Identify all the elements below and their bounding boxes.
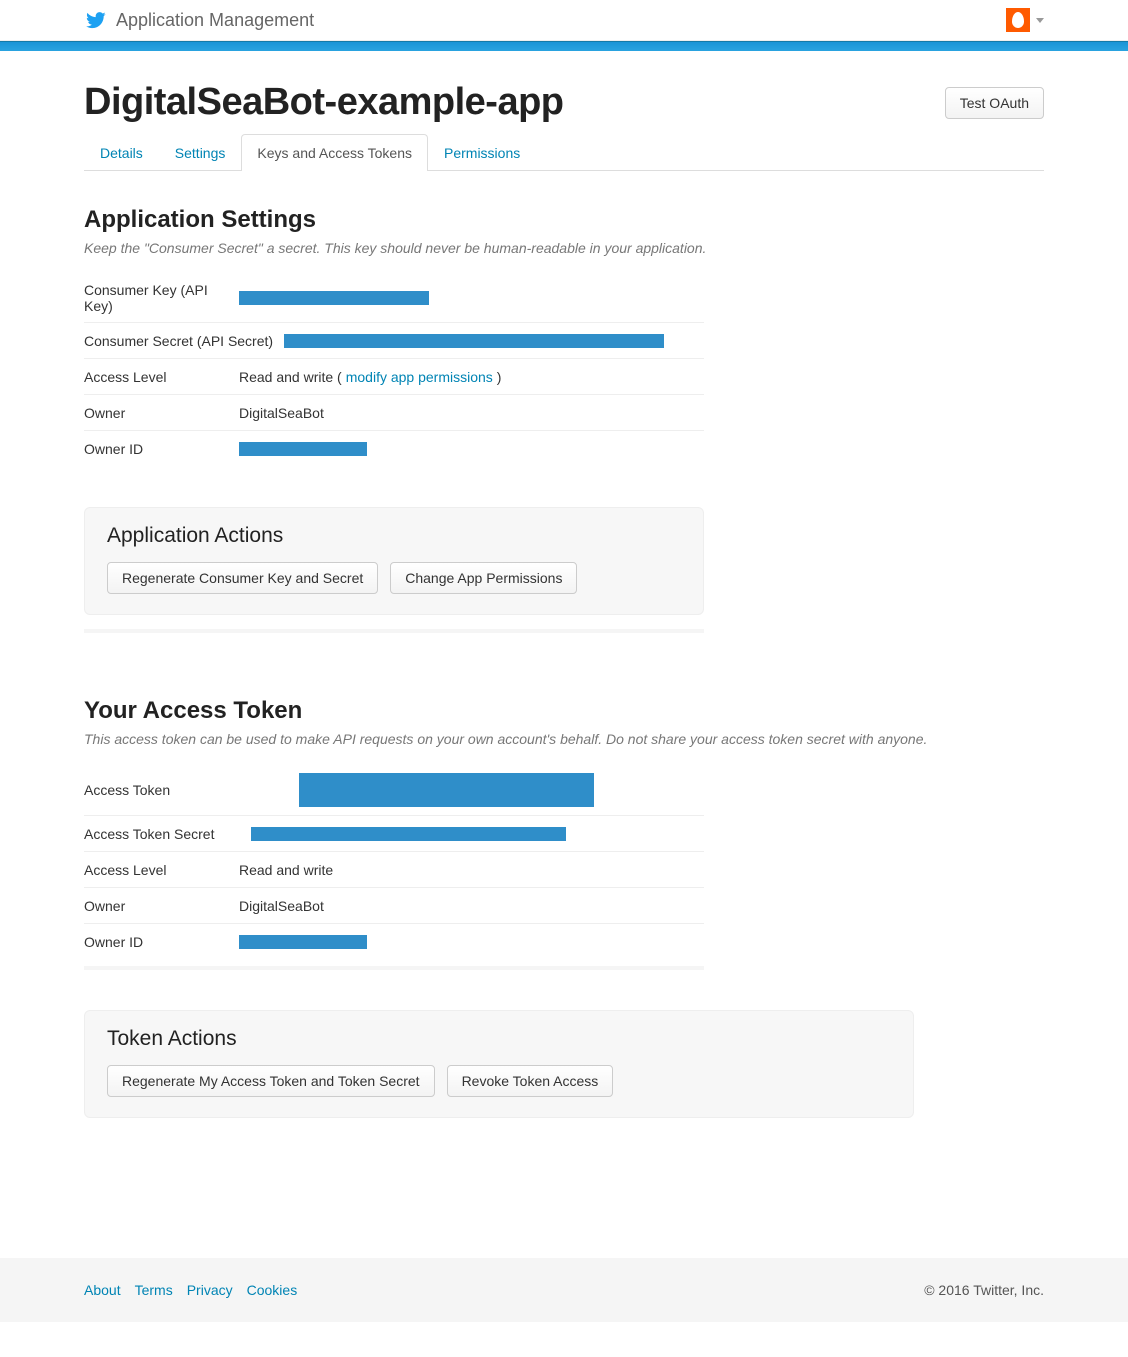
header-row: DigitalSeaBot-example-app Test OAuth bbox=[84, 81, 1044, 124]
token-actions-title: Token Actions bbox=[107, 1027, 891, 1051]
access-token-secret-row: Access Token Secret bbox=[84, 816, 704, 852]
footer-link-cookies[interactable]: Cookies bbox=[247, 1282, 298, 1298]
owner-row: Owner DigitalSeaBot bbox=[84, 395, 704, 431]
access-token-label: Access Token bbox=[84, 782, 239, 798]
avatar-egg-icon bbox=[1012, 12, 1024, 28]
redacted-owner-id bbox=[239, 442, 367, 456]
token-owner-id-row: Owner ID bbox=[84, 924, 704, 960]
access-token-secret-value bbox=[239, 827, 566, 841]
tab-settings[interactable]: Settings bbox=[159, 134, 242, 171]
footer-link-about[interactable]: About bbox=[84, 1282, 121, 1298]
redacted-consumer-secret bbox=[284, 334, 664, 348]
app-settings-table: Consumer Key (API Key) Consumer Secret (… bbox=[84, 274, 704, 467]
access-level-row: Access Level Read and write (modify app … bbox=[84, 359, 704, 395]
access-token-desc: This access token can be used to make AP… bbox=[84, 731, 1044, 747]
regenerate-access-token-button[interactable]: Regenerate My Access Token and Token Sec… bbox=[107, 1065, 435, 1097]
consumer-secret-row: Consumer Secret (API Secret) bbox=[84, 323, 704, 359]
owner-value: DigitalSeaBot bbox=[239, 405, 324, 421]
token-access-level-value: Read and write bbox=[239, 862, 333, 878]
topbar-left: Application Management bbox=[84, 10, 314, 31]
topbar: Application Management bbox=[0, 0, 1128, 41]
revoke-token-access-button[interactable]: Revoke Token Access bbox=[447, 1065, 614, 1097]
accent-bar bbox=[0, 41, 1128, 51]
tabs: Details Settings Keys and Access Tokens … bbox=[84, 134, 1044, 171]
regenerate-consumer-key-button[interactable]: Regenerate Consumer Key and Secret bbox=[107, 562, 378, 594]
footer-links: About Terms Privacy Cookies bbox=[84, 1282, 297, 1298]
owner-id-row: Owner ID bbox=[84, 431, 704, 467]
twitter-icon bbox=[84, 10, 108, 30]
token-owner-label: Owner bbox=[84, 898, 239, 914]
tab-keys-tokens[interactable]: Keys and Access Tokens bbox=[241, 134, 428, 171]
avatar bbox=[1006, 8, 1030, 32]
access-token-row: Access Token bbox=[84, 765, 704, 816]
topbar-title: Application Management bbox=[116, 10, 314, 31]
access-level-close: ) bbox=[497, 369, 502, 385]
footer-link-terms[interactable]: Terms bbox=[135, 1282, 173, 1298]
consumer-secret-label: Consumer Secret (API Secret) bbox=[84, 333, 284, 349]
access-level-text: Read and write ( bbox=[239, 369, 342, 385]
tab-details[interactable]: Details bbox=[84, 134, 159, 171]
main-container: DigitalSeaBot-example-app Test OAuth Det… bbox=[84, 51, 1044, 1178]
divider-bar-2 bbox=[84, 966, 704, 970]
redacted-token-owner-id bbox=[239, 935, 367, 949]
token-owner-id-value bbox=[239, 935, 367, 949]
access-token-secret-label: Access Token Secret bbox=[84, 826, 239, 842]
redacted-access-token-secret bbox=[251, 827, 566, 841]
consumer-key-label: Consumer Key (API Key) bbox=[84, 282, 239, 314]
change-app-permissions-button[interactable]: Change App Permissions bbox=[390, 562, 577, 594]
divider-bar bbox=[84, 629, 704, 633]
token-owner-value: DigitalSeaBot bbox=[239, 898, 324, 914]
spacer bbox=[84, 647, 1044, 697]
token-actions-buttons: Regenerate My Access Token and Token Sec… bbox=[107, 1065, 891, 1097]
application-actions-buttons: Regenerate Consumer Key and Secret Chang… bbox=[107, 562, 681, 594]
user-menu-dropdown[interactable] bbox=[1006, 8, 1044, 32]
token-owner-row: Owner DigitalSeaBot bbox=[84, 888, 704, 924]
chevron-down-icon bbox=[1036, 18, 1044, 23]
redacted-access-token bbox=[299, 773, 594, 807]
application-actions-panel: Application Actions Regenerate Consumer … bbox=[84, 507, 704, 615]
footer-inner: About Terms Privacy Cookies © 2016 Twitt… bbox=[84, 1282, 1044, 1298]
app-settings-title: Application Settings bbox=[84, 206, 1044, 234]
redacted-consumer-key bbox=[239, 291, 429, 305]
access-token-title: Your Access Token bbox=[84, 697, 1044, 725]
test-oauth-button[interactable]: Test OAuth bbox=[945, 87, 1044, 119]
token-access-level-label: Access Level bbox=[84, 862, 239, 878]
token-actions-panel: Token Actions Regenerate My Access Token… bbox=[84, 1010, 914, 1118]
owner-id-value bbox=[239, 442, 367, 456]
app-title: DigitalSeaBot-example-app bbox=[84, 81, 564, 124]
consumer-key-value bbox=[239, 291, 429, 305]
footer-link-privacy[interactable]: Privacy bbox=[187, 1282, 233, 1298]
footer: About Terms Privacy Cookies © 2016 Twitt… bbox=[0, 1258, 1128, 1322]
access-level-value: Read and write (modify app permissions) bbox=[239, 369, 501, 385]
token-access-level-row: Access Level Read and write bbox=[84, 852, 704, 888]
consumer-secret-value bbox=[284, 334, 664, 348]
owner-id-label: Owner ID bbox=[84, 441, 239, 457]
token-owner-id-label: Owner ID bbox=[84, 934, 239, 950]
app-settings-desc: Keep the "Consumer Secret" a secret. Thi… bbox=[84, 240, 1044, 256]
access-level-label: Access Level bbox=[84, 369, 239, 385]
modify-app-permissions-link[interactable]: modify app permissions bbox=[346, 369, 493, 385]
application-actions-title: Application Actions bbox=[107, 524, 681, 548]
access-token-value bbox=[239, 773, 594, 807]
owner-label: Owner bbox=[84, 405, 239, 421]
access-token-table: Access Token Access Token Secret Access … bbox=[84, 765, 704, 960]
tab-permissions[interactable]: Permissions bbox=[428, 134, 536, 171]
consumer-key-row: Consumer Key (API Key) bbox=[84, 274, 704, 323]
copyright: © 2016 Twitter, Inc. bbox=[924, 1282, 1044, 1298]
